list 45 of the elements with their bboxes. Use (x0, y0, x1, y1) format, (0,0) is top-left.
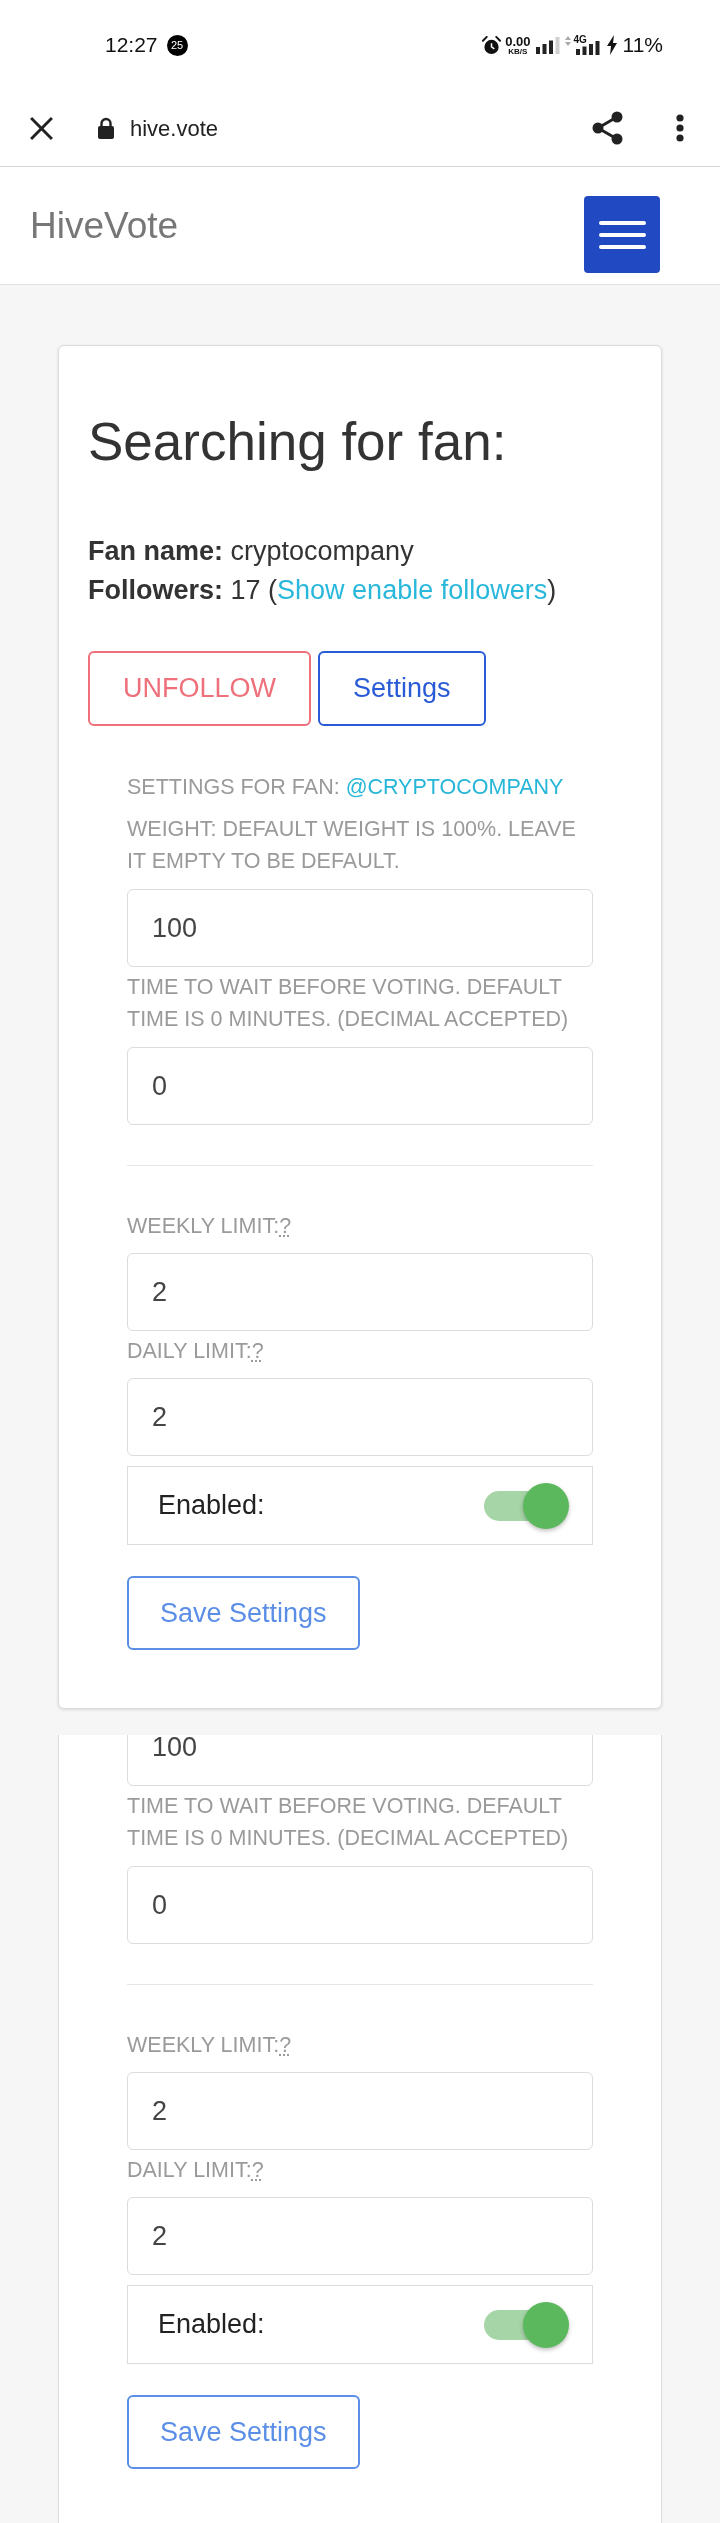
followers-text: Followers: 17 (Show enable followers) (88, 574, 558, 607)
page-title: Searching for fan: (88, 411, 508, 473)
number-input[interactable]: 2 (127, 1253, 593, 1331)
clock-time: 12:27 (105, 32, 158, 59)
lock-icon (97, 117, 115, 139)
menu-button[interactable] (584, 196, 660, 273)
field-label: WEEKLY LIMIT: (127, 1214, 280, 1238)
close-icon[interactable] (29, 115, 54, 141)
settings-heading: SETTINGS FOR FAN: @CRYPTOCOMPANY (127, 774, 565, 801)
menu-icon (598, 220, 646, 249)
number-input[interactable]: 2 (127, 2197, 593, 2275)
field-label: TIME TO WAIT BEFORE VOTING. DEFAULT TIME IS 0 MINUTES. (DECIMAL ACCEPTED) (127, 1793, 570, 1852)
enabled-label: Enabled: (158, 1489, 265, 1523)
network-speed: 0.00 (505, 34, 531, 48)
share-icon[interactable] (592, 111, 623, 145)
data-arrows-icon (564, 35, 571, 47)
signal-icon (575, 41, 600, 55)
battery-level: 11% (622, 32, 663, 59)
brand-name[interactable]: HiveVote (30, 197, 179, 254)
speed-unit: KB/S (508, 47, 528, 56)
charging-icon (606, 35, 617, 55)
enabled-switch[interactable] (484, 2301, 569, 2348)
number-input[interactable]: 0 (127, 1047, 593, 1125)
fan-name-text: Fan name: cryptocompany (88, 535, 415, 568)
number-input[interactable]: 100 (127, 889, 593, 967)
url-text[interactable]: hive.vote (130, 111, 219, 145)
field-label: WEIGHT: DEFAULT WEIGHT IS 100%. LEAVE IT EMPTY TO BE DEFAULT. (127, 816, 577, 875)
number-input[interactable]: 0 (127, 1866, 593, 1944)
alarm-icon (482, 35, 502, 55)
number-input[interactable]: 100 (127, 1735, 593, 1786)
enabled-switch[interactable] (484, 1482, 569, 1529)
number-input[interactable]: 2 (127, 2072, 593, 2150)
signal-icon (535, 36, 560, 54)
notification-badge: 25 (166, 34, 188, 56)
field-label: DAILY LIMIT: (127, 1339, 252, 1363)
number-input[interactable]: 2 (127, 1378, 593, 1456)
network-type: 4G (573, 35, 587, 45)
enabled-label: Enabled: (158, 2308, 265, 2342)
field-label: WEEKLY LIMIT: (127, 2033, 280, 2057)
save-settings-button[interactable]: Save Settings (127, 2395, 360, 2469)
save-settings-button[interactable]: Save Settings (127, 1576, 360, 1650)
field-label: DAILY LIMIT: (127, 2158, 252, 2182)
field-label: TIME TO WAIT BEFORE VOTING. DEFAULT TIME IS 0 MINUTES. (DECIMAL ACCEPTED) (127, 974, 570, 1033)
more-icon[interactable] (676, 114, 684, 142)
settings-button[interactable]: Settings (318, 651, 486, 726)
